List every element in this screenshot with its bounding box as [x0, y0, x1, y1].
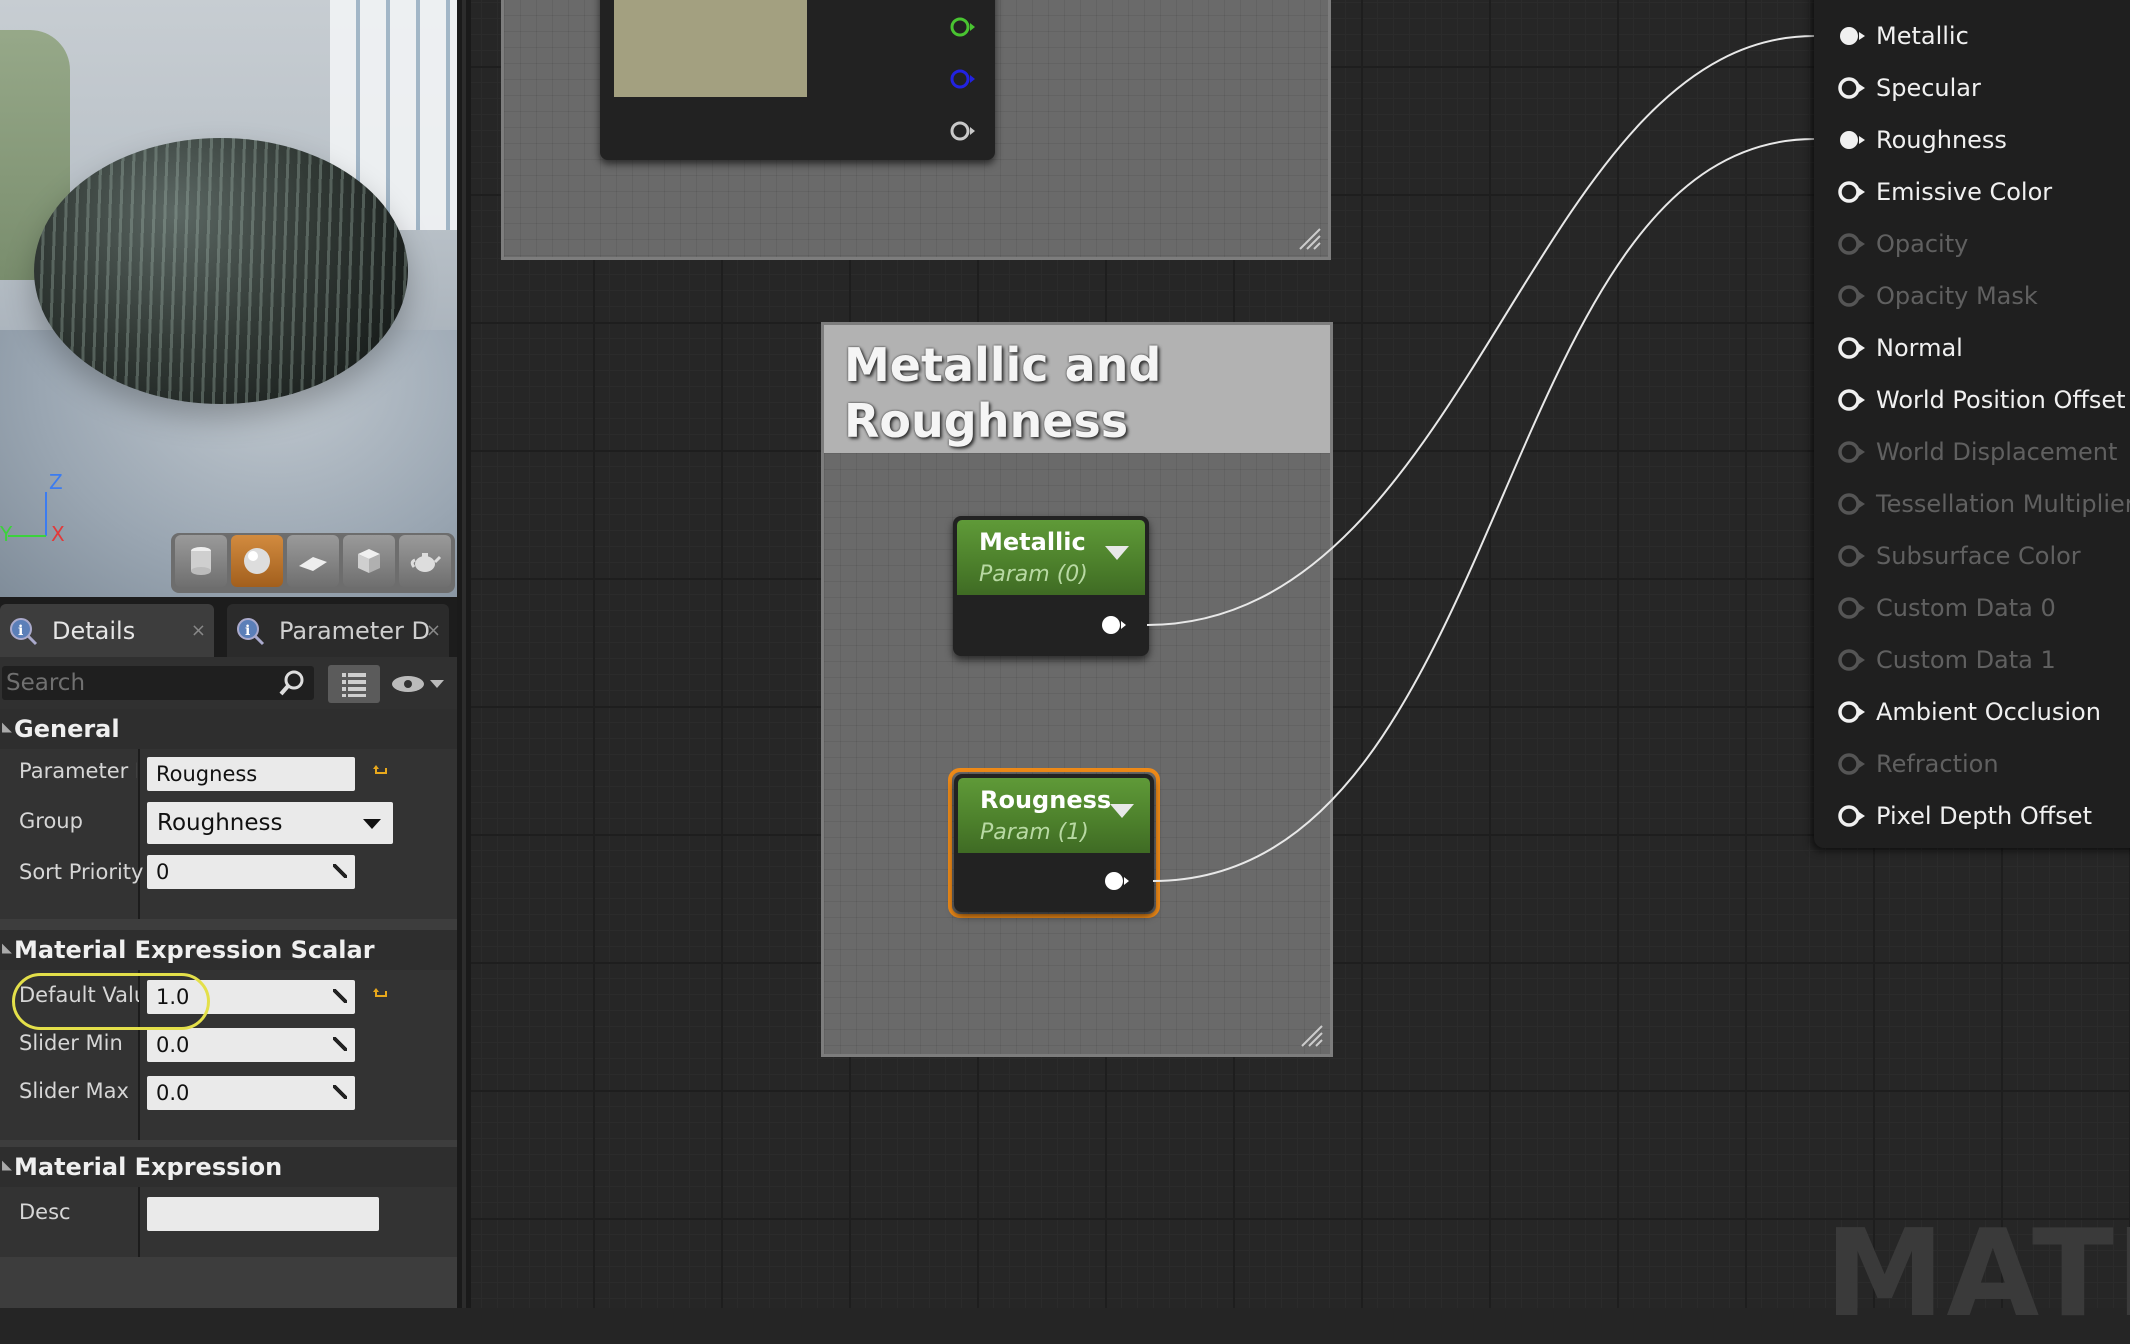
slider-min-value: 0.0 [156, 1033, 190, 1057]
input-pin-opacity [1838, 233, 1865, 255]
result-pin-label: World Displacement [1876, 438, 2118, 466]
result-pin-label: Opacity [1876, 230, 1969, 258]
result-pin-label: Specular [1876, 74, 1981, 102]
svg-text:i: i [245, 623, 250, 639]
details-panel: i Details × i Parameter D × Search Gener… [0, 597, 457, 1308]
result-pin-label: Tessellation Multiplier [1876, 490, 2130, 518]
reset-to-default-icon[interactable] [372, 763, 390, 781]
result-pin-label: Subsurface Color [1876, 542, 2081, 570]
input-pin-metallic[interactable] [1837, 24, 1867, 48]
column-divider[interactable] [138, 1187, 140, 1257]
input-pin-ambient-occlusion[interactable] [1837, 700, 1867, 724]
teapot-icon [410, 553, 442, 572]
section-general-title: General [14, 715, 120, 743]
axis-x-label: X [51, 522, 65, 546]
cube-button[interactable] [343, 535, 395, 587]
section-scalar-parameter-header[interactable]: Material Expression Scalar Parameter [0, 930, 457, 1004]
slider-min-field[interactable]: 0.0 [147, 1028, 355, 1062]
input-pin-custom-data-1 [1838, 649, 1865, 671]
sort-priority-field[interactable]: 0 [147, 855, 355, 889]
column-divider[interactable] [138, 749, 140, 919]
input-pin-opacity-mask [1838, 285, 1865, 307]
section-material-expression-header[interactable]: Material Expression [0, 1147, 457, 1187]
tab-parameter-defaults[interactable]: i Parameter D × [227, 604, 449, 657]
input-pin-tessellation-multiplier [1838, 493, 1865, 515]
search-icon [279, 670, 304, 696]
material-result-node[interactable]: Metallic Specular Roughness Emissive Color O… [1814, 0, 2130, 848]
search-row: Search [0, 657, 457, 709]
close-icon[interactable]: × [191, 620, 206, 641]
slider-max-value: 0.0 [156, 1081, 190, 1105]
section-expression-title: Material Expression [14, 1153, 283, 1181]
result-pin-label: Ambient Occlusion [1876, 698, 2101, 726]
group-label: Group [19, 809, 83, 833]
cylinder-icon [191, 547, 211, 575]
material-preview-viewport[interactable]: Z Y X [0, 0, 457, 597]
section-general-header[interactable]: General [0, 709, 457, 749]
panel-splitter[interactable] [457, 0, 471, 1308]
plane-button[interactable] [287, 535, 339, 587]
reset-to-default-icon[interactable] [372, 986, 390, 1004]
input-pin-subsurface-color [1838, 545, 1865, 567]
search-input[interactable]: Search [2, 666, 314, 700]
tab-details[interactable]: i Details × [0, 604, 214, 657]
group-value: Roughness [157, 810, 283, 836]
sort-priority-value: 0 [156, 860, 170, 884]
wire-metallic[interactable] [1146, 35, 1815, 626]
result-pin-label: Opacity Mask [1876, 282, 2038, 310]
input-pin-world-position-offset[interactable] [1837, 388, 1867, 412]
input-pin-specular[interactable] [1837, 76, 1867, 100]
close-icon[interactable]: × [426, 620, 441, 641]
result-pin-label: Normal [1876, 334, 1963, 362]
cube-icon [358, 549, 380, 573]
preview-shape-toolbar [171, 533, 455, 593]
result-pin-label: Metallic [1876, 22, 1969, 50]
wire-roughness[interactable] [1152, 138, 1815, 882]
plane-icon [299, 557, 327, 571]
details-tab-bar: i Details × i Parameter D × [0, 597, 457, 657]
input-pin-world-displacement [1838, 441, 1865, 463]
result-pin-label: Emissive Color [1876, 178, 2053, 206]
input-pin-roughness[interactable] [1837, 128, 1867, 152]
sphere-button[interactable] [231, 535, 283, 587]
svg-text:i: i [18, 623, 23, 639]
result-pin-label: Custom Data 0 [1876, 594, 2056, 622]
info-icon: i [10, 617, 38, 645]
preview-sphere [34, 138, 408, 404]
tab-details-label: Details [52, 616, 136, 645]
result-pin-label: World Position Offset [1876, 386, 2126, 414]
result-pin-label: Refraction [1876, 750, 1999, 778]
result-pin-label: Pixel Depth Offset [1876, 802, 2092, 830]
slider-max-field[interactable]: 0.0 [147, 1076, 355, 1110]
input-pin-custom-data-0 [1838, 597, 1865, 619]
tab-parameter-label: Parameter D [279, 616, 430, 645]
slider-min-label: Slider Min [19, 1031, 123, 1055]
highlight-circle-annotation [12, 973, 210, 1030]
parameter-name-label: Parameter N [19, 759, 137, 783]
grid-icon [342, 673, 366, 697]
slider-max-label: Slider Max [19, 1079, 129, 1103]
info-icon: i [237, 617, 265, 645]
eye-icon[interactable] [388, 671, 448, 697]
cylinder-button[interactable] [175, 535, 227, 587]
property-matrix-button[interactable] [328, 665, 380, 703]
result-pin-label: Custom Data 1 [1876, 646, 2056, 674]
input-pin-emissive-color[interactable] [1837, 180, 1867, 204]
input-pin-pixel-depth-offset[interactable] [1837, 804, 1867, 828]
search-placeholder: Search [6, 670, 86, 696]
parameter-name-value: Rougness [156, 762, 258, 786]
axis-y-label: Y [0, 522, 13, 546]
teapot-button[interactable] [399, 535, 451, 587]
sphere-icon [244, 548, 270, 574]
input-pin-normal[interactable] [1837, 336, 1867, 360]
axis-z-label: Z [49, 470, 63, 494]
material-watermark: MATE [1825, 1205, 2130, 1344]
input-pin-refraction [1838, 753, 1865, 775]
result-pin-label: Roughness [1876, 126, 2007, 154]
desc-field[interactable] [147, 1197, 379, 1231]
group-dropdown[interactable]: Roughness [147, 802, 393, 844]
sort-priority-label: Sort Priority [19, 860, 144, 884]
parameter-name-field[interactable]: Rougness [147, 757, 355, 791]
desc-label: Desc [19, 1200, 71, 1224]
